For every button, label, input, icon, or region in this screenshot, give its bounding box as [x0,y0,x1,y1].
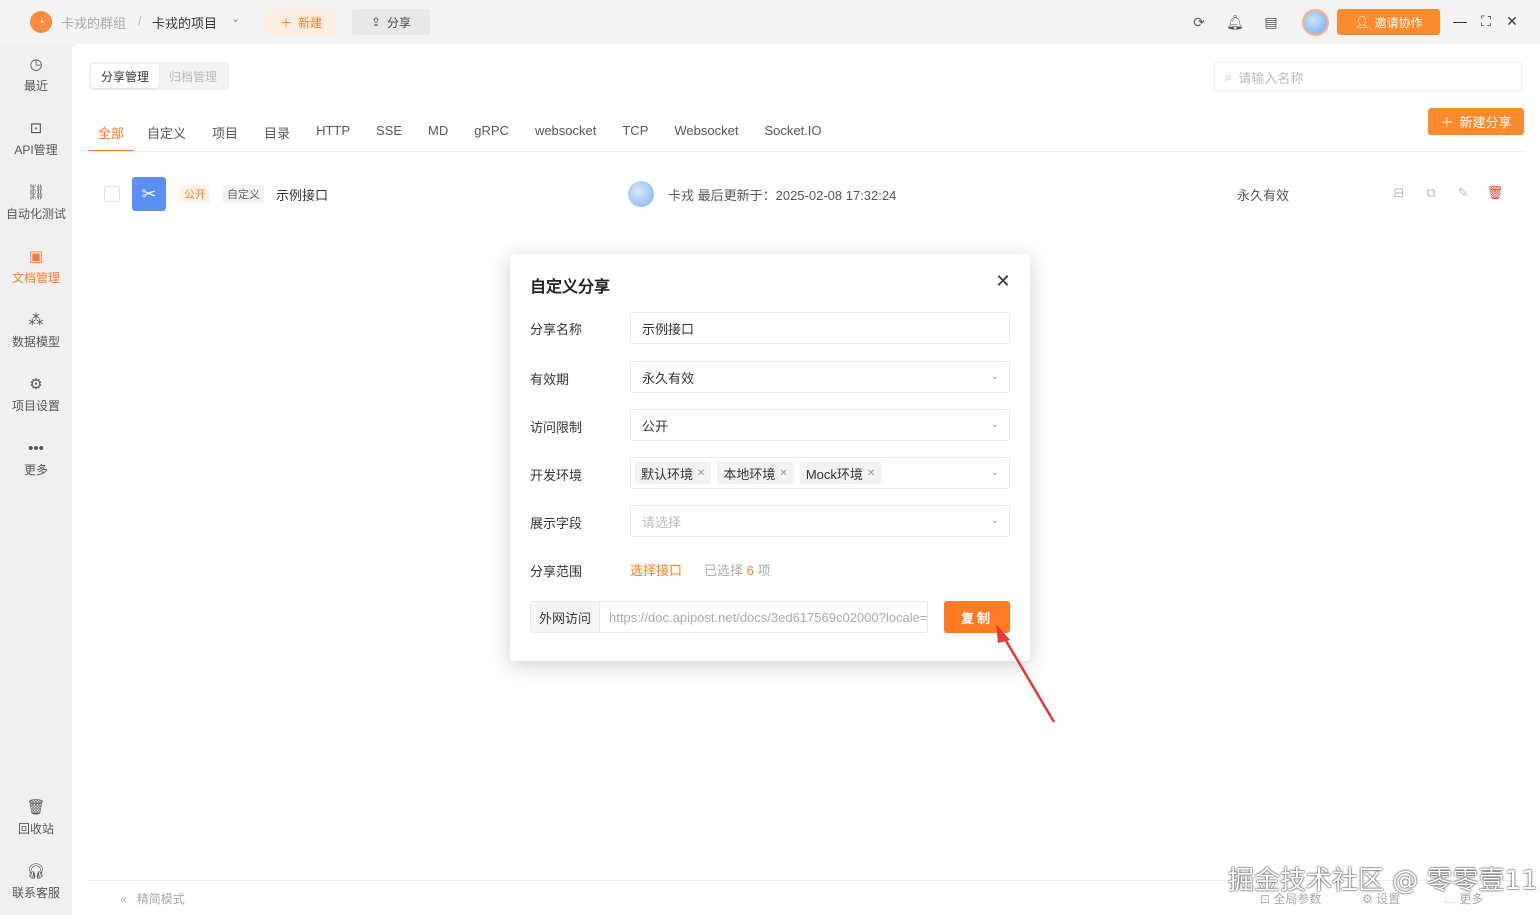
display-fields-placeholder: 请选择 [642,514,682,530]
selected-suffix: 项 [757,563,771,578]
chevron-down-icon: ⌄ [990,419,999,430]
share-url: https://doc.apipost.net/docs/3ed617569c0… [609,609,927,625]
select-api-link[interactable]: 选择接口 [630,560,682,579]
dialog-title: 自定义分享 [530,279,611,296]
access-select[interactable]: 公开 ⌄ [630,409,1010,441]
env-multiselect[interactable]: 默认环境 ✕ 本地环境 ✕ Mock环境 ✕ ⌄ [630,457,1010,489]
copy-button[interactable]: 复制 [944,601,1010,633]
expiry-label: 有效期 [530,372,570,387]
close-icon[interactable]: ✕ [993,271,1013,291]
env-tag-label: 默认环境 [641,466,694,482]
share-name-field[interactable]: 示例接口 [630,312,1010,344]
remove-tag-icon[interactable]: ✕ [697,468,705,479]
share-url-field[interactable]: 外网访问 https://doc.apipost.net/docs/3ed617… [530,601,928,633]
selected-number: 6 [746,563,754,578]
access-label: 访问限制 [530,420,583,435]
custom-share-dialog: 自定义分享 ✕ 分享名称 示例接口 有效期 永久有效 ⌄ 访问限制 公开 ⌄ 开… [510,254,1030,661]
env-tag-label: Mock环境 [805,466,863,482]
scope-label: 分享范围 [530,564,583,579]
share-name-value: 示例接口 [642,321,695,337]
chevron-down-icon: ⌄ [990,371,999,382]
remove-tag-icon[interactable]: ✕ [779,468,787,479]
expiry-value: 永久有效 [642,370,695,386]
url-prefix: 外网访问 [531,602,601,632]
env-tag: Mock环境 ✕ [799,462,882,484]
chevron-down-icon: ⌄ [990,467,999,478]
display-fields-select[interactable]: 请选择 ⌄ [630,505,1010,537]
selected-prefix: 已选择 [704,563,744,578]
env-tag: 默认环境 ✕ [635,462,712,484]
share-name-label: 分享名称 [530,322,583,337]
env-label: 开发环境 [530,468,583,483]
display-fields-label: 展示字段 [530,516,583,531]
chevron-down-icon: ⌄ [990,515,999,526]
env-tag: 本地环境 ✕ [717,462,794,484]
access-value: 公开 [642,418,669,434]
selected-count: 已选择 6 项 [704,560,771,579]
expiry-select[interactable]: 永久有效 ⌄ [630,361,1010,393]
remove-tag-icon[interactable]: ✕ [867,468,875,479]
env-tag-label: 本地环境 [723,466,776,482]
